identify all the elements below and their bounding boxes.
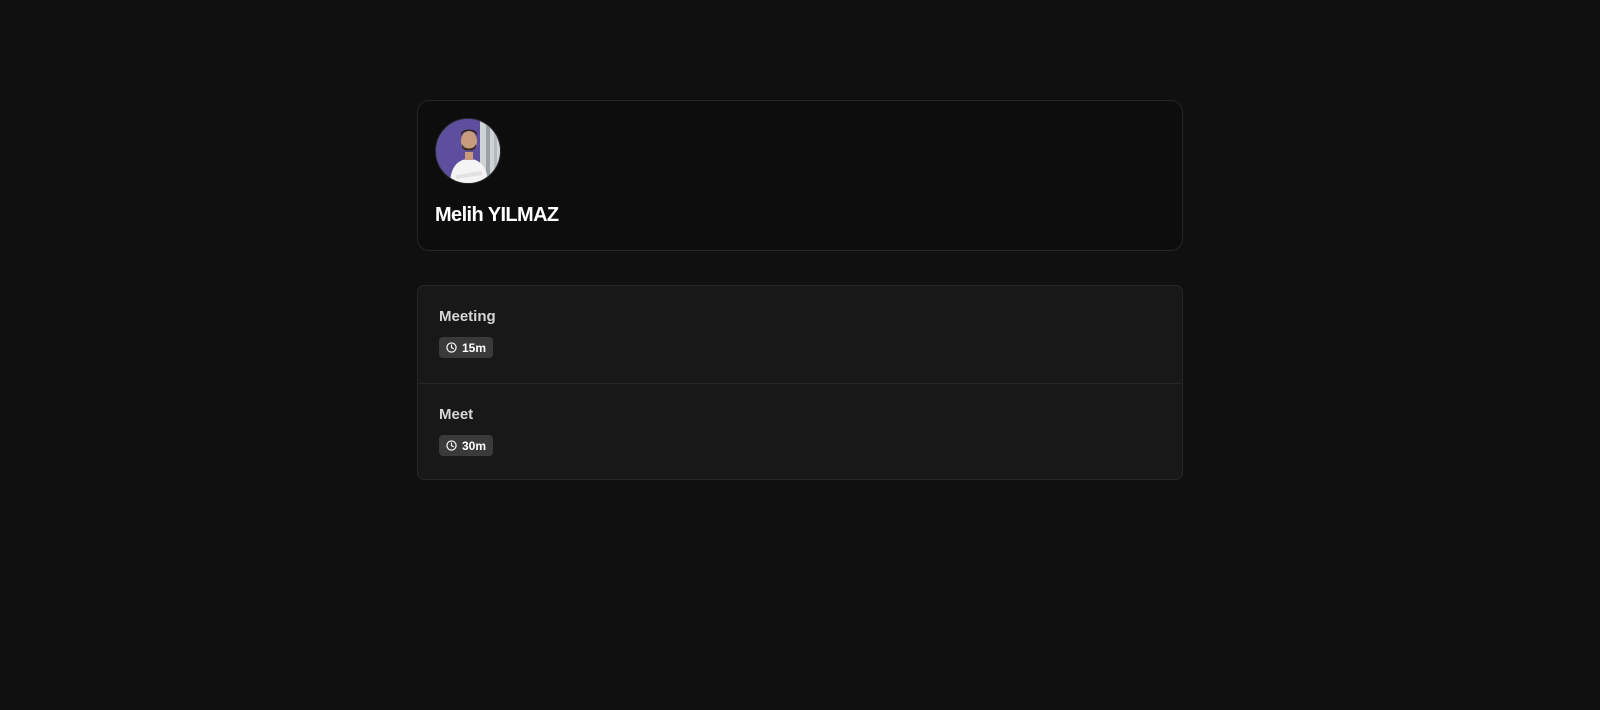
duration-label: 15m [462,340,487,355]
event-type-item-meeting[interactable]: Meeting 15m [418,286,1182,383]
profile-card: Melih YILMAZ [417,100,1183,251]
clock-icon [446,342,457,353]
event-type-item-meet[interactable]: Meet 30m [418,383,1182,479]
event-title: Meet [439,406,474,423]
clock-icon [446,440,457,451]
duration-label: 30m [462,438,487,453]
event-title: Meeting [439,308,496,325]
profile-name: Melih YILMAZ [435,204,559,226]
duration-badge: 30m [439,435,494,456]
avatar-photo [436,119,500,183]
event-types-list: Meeting 15m Meet 30m [417,285,1183,480]
avatar [435,118,501,184]
duration-badge: 15m [439,337,494,358]
